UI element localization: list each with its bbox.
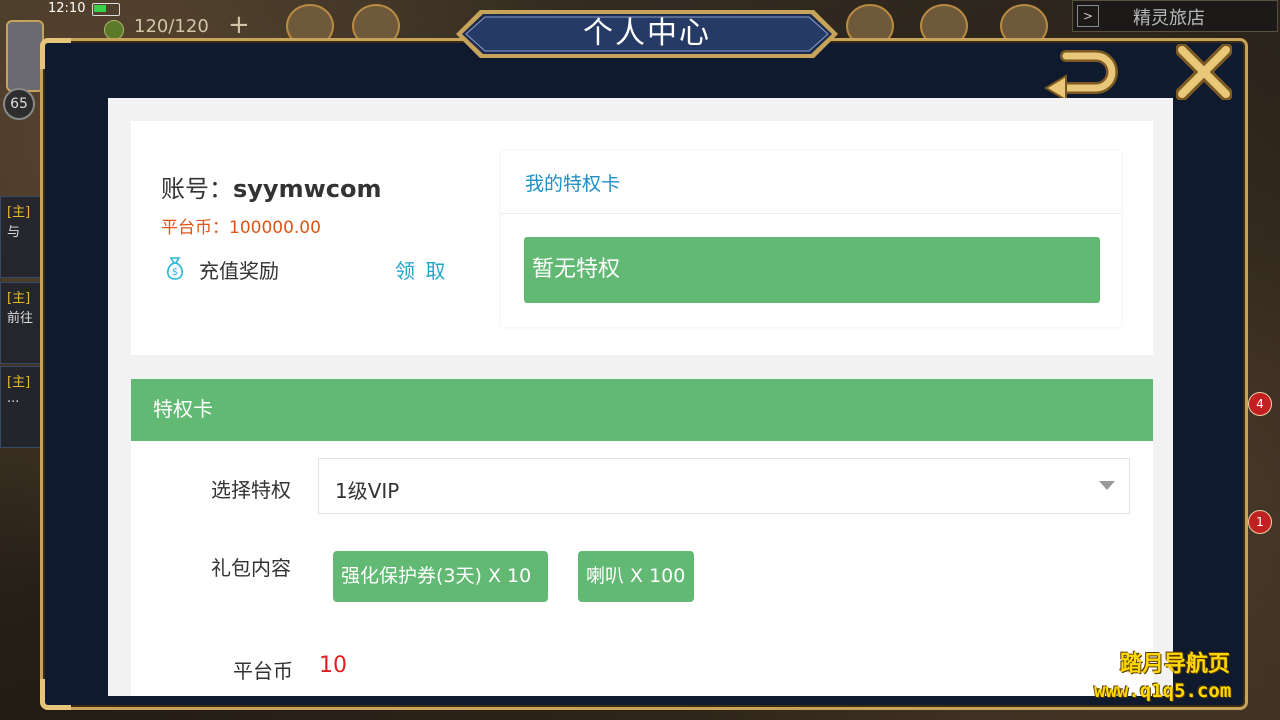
privilege-select-value: 1级VIP: [335, 479, 400, 503]
quest-text: 与: [7, 225, 21, 240]
notification-badge: 1: [1248, 510, 1272, 534]
privilege-select[interactable]: 1级VIP: [318, 458, 1130, 514]
modal-content: 账号：syymwcom 平台币：100000.00 $ 充值奖励 领 取 我的特…: [108, 98, 1173, 696]
battery-icon: [92, 3, 120, 16]
quest-tag: [主]: [7, 205, 31, 220]
quest-tracker-item[interactable]: [主] 前往: [0, 282, 42, 364]
price-coin-label: 平台币: [233, 659, 293, 683]
quest-tracker-item[interactable]: [主] 与: [0, 196, 42, 278]
expand-arrow-icon: >: [1077, 5, 1099, 27]
quest-tag: [主]: [7, 375, 31, 390]
player-level-badge: 65: [3, 88, 35, 120]
modal-title-plate: 个人中心: [456, 8, 838, 60]
platform-coin-row: 平台币：100000.00: [161, 213, 321, 238]
inn-button[interactable]: > 精灵旅店: [1072, 0, 1278, 32]
add-energy-button[interactable]: +: [228, 10, 250, 40]
select-privilege-label: 选择特权: [211, 478, 291, 502]
modal-title: 个人中心: [583, 16, 711, 51]
close-button[interactable]: [1175, 43, 1233, 101]
my-privilege-card: 我的特权卡 暂无特权: [501, 151, 1121, 327]
gift-item-tag: 强化保护券(3天) X 10: [333, 551, 548, 602]
chevron-down-icon: [1099, 481, 1115, 490]
energy-icon: [104, 20, 124, 40]
account-username: syymwcom: [233, 175, 382, 203]
inn-label: 精灵旅店: [1133, 8, 1205, 29]
claim-button[interactable]: 领 取: [395, 255, 447, 284]
watermark-url: www.q1q5.com: [1094, 680, 1232, 702]
no-privilege-banner: 暂无特权: [524, 237, 1100, 303]
account-card: 账号：syymwcom 平台币：100000.00 $ 充值奖励 领 取 我的特…: [131, 121, 1153, 355]
svg-text:$: $: [172, 267, 178, 278]
privilege-card-header: 特权卡: [131, 379, 1153, 441]
account-row: 账号：syymwcom: [161, 169, 381, 204]
player-avatar[interactable]: [6, 20, 44, 92]
quest-text: ...: [7, 391, 20, 406]
gift-item-tag: 喇叭 X 100: [578, 551, 694, 602]
notification-badge: 4: [1248, 392, 1272, 416]
quest-tracker-item[interactable]: [主] ...: [0, 366, 42, 448]
divider: [501, 213, 1121, 214]
account-label: 账号：: [161, 175, 233, 203]
quest-text: 前往: [7, 311, 34, 326]
status-clock: 12:10: [48, 1, 86, 16]
my-privilege-title: 我的特权卡: [525, 173, 621, 195]
money-bag-icon: $: [166, 257, 184, 280]
privilege-card-section: 特权卡 选择特权 1级VIP 礼包内容 强化保护券(3天) X 10 喇叭 X …: [131, 379, 1153, 696]
recharge-reward-label: 充值奖励: [199, 259, 279, 283]
watermark-title: 踏月导航页: [1120, 652, 1231, 677]
back-arrow-icon: [1044, 50, 1118, 102]
platform-coin-value: 100000.00: [229, 218, 321, 238]
price-coin-value: 10: [319, 653, 347, 678]
gift-content-label: 礼包内容: [211, 556, 291, 580]
close-x-icon: [1175, 43, 1233, 101]
quest-tag: [主]: [7, 291, 31, 306]
energy-counter: 120/120: [134, 16, 209, 37]
back-button[interactable]: [1044, 48, 1118, 102]
platform-coin-label: 平台币：: [161, 218, 229, 238]
